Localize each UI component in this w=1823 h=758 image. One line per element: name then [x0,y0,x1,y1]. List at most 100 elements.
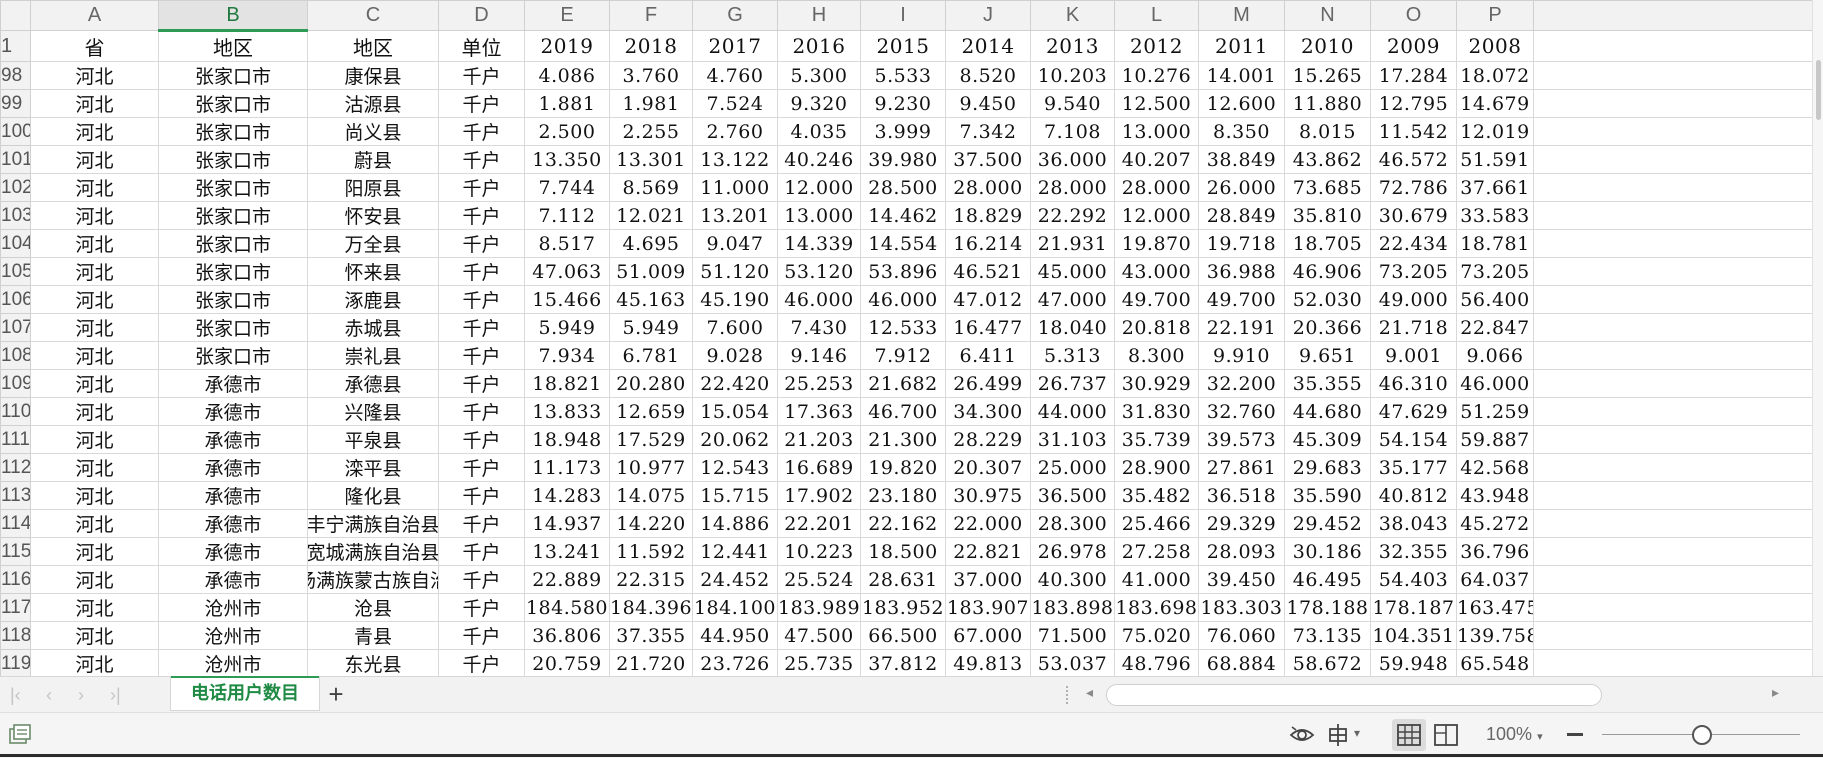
cell-j[interactable]: 9.450 [945,89,1031,118]
cell-l[interactable]: 12.500 [1114,89,1199,118]
column-header-j[interactable]: J [945,0,1031,31]
cell-h[interactable]: 5.300 [777,61,861,90]
cell-g[interactable]: 13.122 [692,145,778,174]
cell-a[interactable]: 河北 [30,397,159,426]
column-header-i[interactable]: I [860,0,946,31]
cell-overflow[interactable] [1533,61,1823,90]
cell-n[interactable]: 58.672 [1284,649,1371,678]
cell-a[interactable]: 河北 [30,565,159,594]
cell-a[interactable]: 河北 [30,593,159,622]
cell-o[interactable]: 178.187 [1370,593,1457,622]
cell-d[interactable]: 千户 [438,229,525,258]
cell-overflow[interactable] [1533,453,1823,482]
cell-n[interactable]: 73.135 [1284,621,1371,650]
cell-n[interactable]: 52.030 [1284,285,1371,314]
zoom-dropdown-icon[interactable]: ▾ [1537,731,1543,743]
cell-i[interactable]: 14.462 [860,201,946,230]
cell-a[interactable]: 河北 [30,285,159,314]
cell-p[interactable]: 51.259 [1456,397,1534,426]
column-header-b[interactable]: B [158,0,308,32]
cell-c[interactable]: 怀来县 [307,257,439,286]
first-sheet-icon[interactable]: |‹ [10,686,21,704]
cell-d[interactable]: 千户 [438,145,525,174]
cell-g[interactable]: 11.000 [692,173,778,202]
cell-b[interactable]: 张家口市 [158,61,308,90]
cell-f[interactable]: 22.315 [609,565,693,594]
cell-b[interactable]: 张家口市 [158,201,308,230]
cell-d[interactable]: 千户 [438,397,525,426]
cell-h[interactable]: 40.246 [777,145,861,174]
cell-o[interactable]: 46.310 [1370,369,1457,398]
cell-o[interactable]: 11.542 [1370,117,1457,146]
cell-i[interactable]: 5.533 [860,61,946,90]
zoom-level[interactable]: 100% ▾ [1486,724,1543,745]
cell-j[interactable]: 16.214 [945,229,1031,258]
cell-l[interactable]: 27.258 [1114,537,1199,566]
cell-g[interactable]: 4.760 [692,61,778,90]
cell-b[interactable]: 张家口市 [158,257,308,286]
cell-overflow[interactable] [1533,229,1823,258]
cell-b[interactable]: 承德市 [158,509,308,538]
select-all-corner[interactable] [0,0,31,31]
cell-d[interactable]: 千户 [438,593,525,622]
cell-m[interactable]: 32.760 [1198,397,1285,426]
cell-e[interactable]: 11.173 [524,453,610,482]
cell-i[interactable]: 2015 [860,30,946,62]
column-header-l[interactable]: L [1114,0,1199,31]
cell-o[interactable]: 49.000 [1370,285,1457,314]
cell-b[interactable]: 承德市 [158,425,308,454]
last-sheet-icon[interactable]: ›| [110,686,121,704]
cell-d[interactable]: 千户 [438,89,525,118]
cell-f[interactable]: 1.981 [609,89,693,118]
cell-j[interactable]: 28.229 [945,425,1031,454]
cell-l[interactable]: 75.020 [1114,621,1199,650]
cell-p[interactable]: 65.548 [1456,649,1534,678]
cell-overflow[interactable] [1533,509,1823,538]
cell-m[interactable]: 28.849 [1198,201,1285,230]
cell-b[interactable]: 沧州市 [158,621,308,650]
cell-h[interactable]: 2016 [777,30,861,62]
row-header[interactable]: 106 [0,285,31,314]
scroll-left-icon[interactable]: ◂ [1086,684,1093,701]
cell-p[interactable]: 73.205 [1456,257,1534,286]
cell-j[interactable]: 34.300 [945,397,1031,426]
cell-n[interactable]: 43.862 [1284,145,1371,174]
column-header-g[interactable]: G [692,0,778,31]
row-header[interactable]: 103 [0,201,31,230]
cell-e[interactable]: 8.517 [524,229,610,258]
cell-n[interactable]: 45.309 [1284,425,1371,454]
cell-n[interactable]: 178.188 [1284,593,1371,622]
cell-k[interactable]: 25.000 [1030,453,1115,482]
cell-h[interactable]: 22.201 [777,509,861,538]
cell-j[interactable]: 18.829 [945,201,1031,230]
cell-j[interactable]: 30.975 [945,481,1031,510]
row-header[interactable]: 115 [0,537,31,566]
add-sheet-button[interactable]: + [324,681,348,707]
vertical-scrollbar[interactable] [1812,0,1823,676]
scroll-right-icon[interactable]: ▸ [1772,684,1779,701]
cell-k[interactable]: 28.000 [1030,173,1115,202]
cell-j[interactable]: 37.500 [945,145,1031,174]
cell-p[interactable]: 45.272 [1456,509,1534,538]
cell-j[interactable]: 67.000 [945,621,1031,650]
cell-overflow[interactable] [1533,173,1823,202]
cell-n[interactable]: 29.683 [1284,453,1371,482]
row-header[interactable]: 102 [0,173,31,202]
cell-overflow[interactable] [1533,593,1823,622]
cell-c[interactable]: 阳原县 [307,173,439,202]
cell-n[interactable]: 46.495 [1284,565,1371,594]
cell-m[interactable]: 28.093 [1198,537,1285,566]
horizontal-scrollbar[interactable] [1106,684,1602,706]
vertical-scroll-thumb[interactable] [1816,60,1821,120]
cell-l[interactable]: 41.000 [1114,565,1199,594]
cell-m[interactable]: 183.303 [1198,593,1285,622]
cell-l[interactable]: 10.276 [1114,61,1199,90]
cell-n[interactable]: 8.015 [1284,117,1371,146]
cell-c[interactable]: 万全县 [307,229,439,258]
cell-f[interactable]: 17.529 [609,425,693,454]
row-header[interactable]: 112 [0,453,31,482]
cell-p[interactable]: 18.072 [1456,61,1534,90]
column-header-k[interactable]: K [1030,0,1115,31]
column-header-c[interactable]: C [307,0,439,31]
cell-i[interactable]: 21.300 [860,425,946,454]
